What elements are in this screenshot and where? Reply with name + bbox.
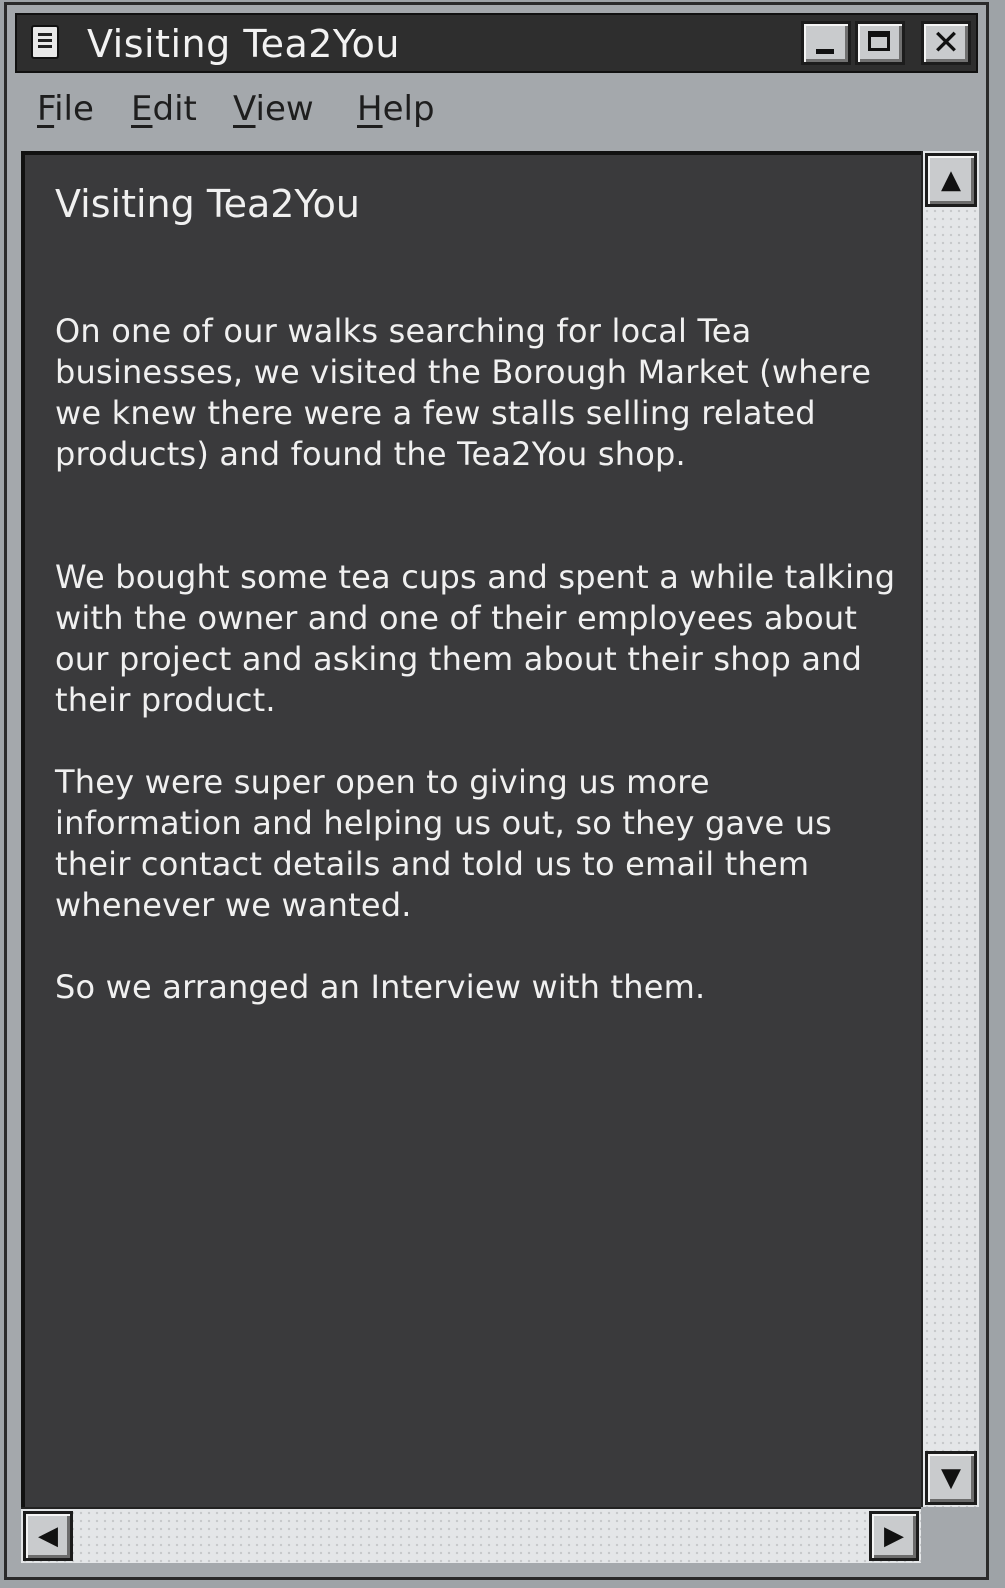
close-button[interactable]: ✕ <box>921 21 971 65</box>
menu-edit[interactable]: Edit <box>131 89 197 129</box>
menu-help-accel: H <box>357 89 383 129</box>
menu-view-label: iew <box>255 89 314 129</box>
paragraph: So we arranged an Interview with them. <box>55 968 706 1006</box>
menu-bar: File Edit View Help <box>15 81 978 141</box>
notepad-window: Visiting Tea2You ✕ File Edit View Help V… <box>4 2 989 1580</box>
arrow-up-icon: ▲ <box>941 165 961 195</box>
close-icon: ✕ <box>931 23 961 63</box>
menu-view-accel: V <box>233 89 256 129</box>
paragraph: They were super open to giving us more i… <box>55 763 833 924</box>
menu-edit-accel: E <box>131 89 153 129</box>
scroll-left-button[interactable]: ◀ <box>23 1511 73 1561</box>
text-area[interactable]: Visiting Tea2You On one of our walks sea… <box>21 151 921 1507</box>
menu-help[interactable]: Help <box>357 89 435 129</box>
document-icon <box>31 25 59 59</box>
vertical-scrollbar[interactable]: ▲ ▼ <box>921 151 979 1507</box>
minimize-button[interactable] <box>801 21 851 65</box>
scroll-right-button[interactable]: ▶ <box>869 1511 919 1561</box>
scrollbar-corner <box>921 1507 979 1563</box>
maximize-button[interactable] <box>855 21 905 65</box>
menu-help-label: elp <box>382 89 435 129</box>
paragraph: We bought some tea cups and spent a whil… <box>55 558 896 719</box>
menu-file-accel: F <box>37 89 55 129</box>
arrow-down-icon: ▼ <box>941 1463 961 1493</box>
menu-view[interactable]: View <box>233 89 314 129</box>
title-bar[interactable]: Visiting Tea2You ✕ <box>15 13 978 73</box>
horizontal-scrollbar[interactable]: ◀ ▶ <box>21 1507 921 1563</box>
menu-file-label: ile <box>54 89 94 129</box>
paragraph: On one of our walks searching for local … <box>55 312 872 473</box>
scroll-up-button[interactable]: ▲ <box>925 153 977 207</box>
arrow-right-icon: ▶ <box>884 1521 904 1551</box>
document-heading: Visiting Tea2You <box>55 182 360 226</box>
scroll-down-button[interactable]: ▼ <box>925 1451 977 1505</box>
menu-file[interactable]: File <box>37 89 94 129</box>
arrow-left-icon: ◀ <box>38 1521 58 1551</box>
menu-edit-label: dit <box>152 89 197 129</box>
window-title: Visiting Tea2You <box>87 22 400 66</box>
